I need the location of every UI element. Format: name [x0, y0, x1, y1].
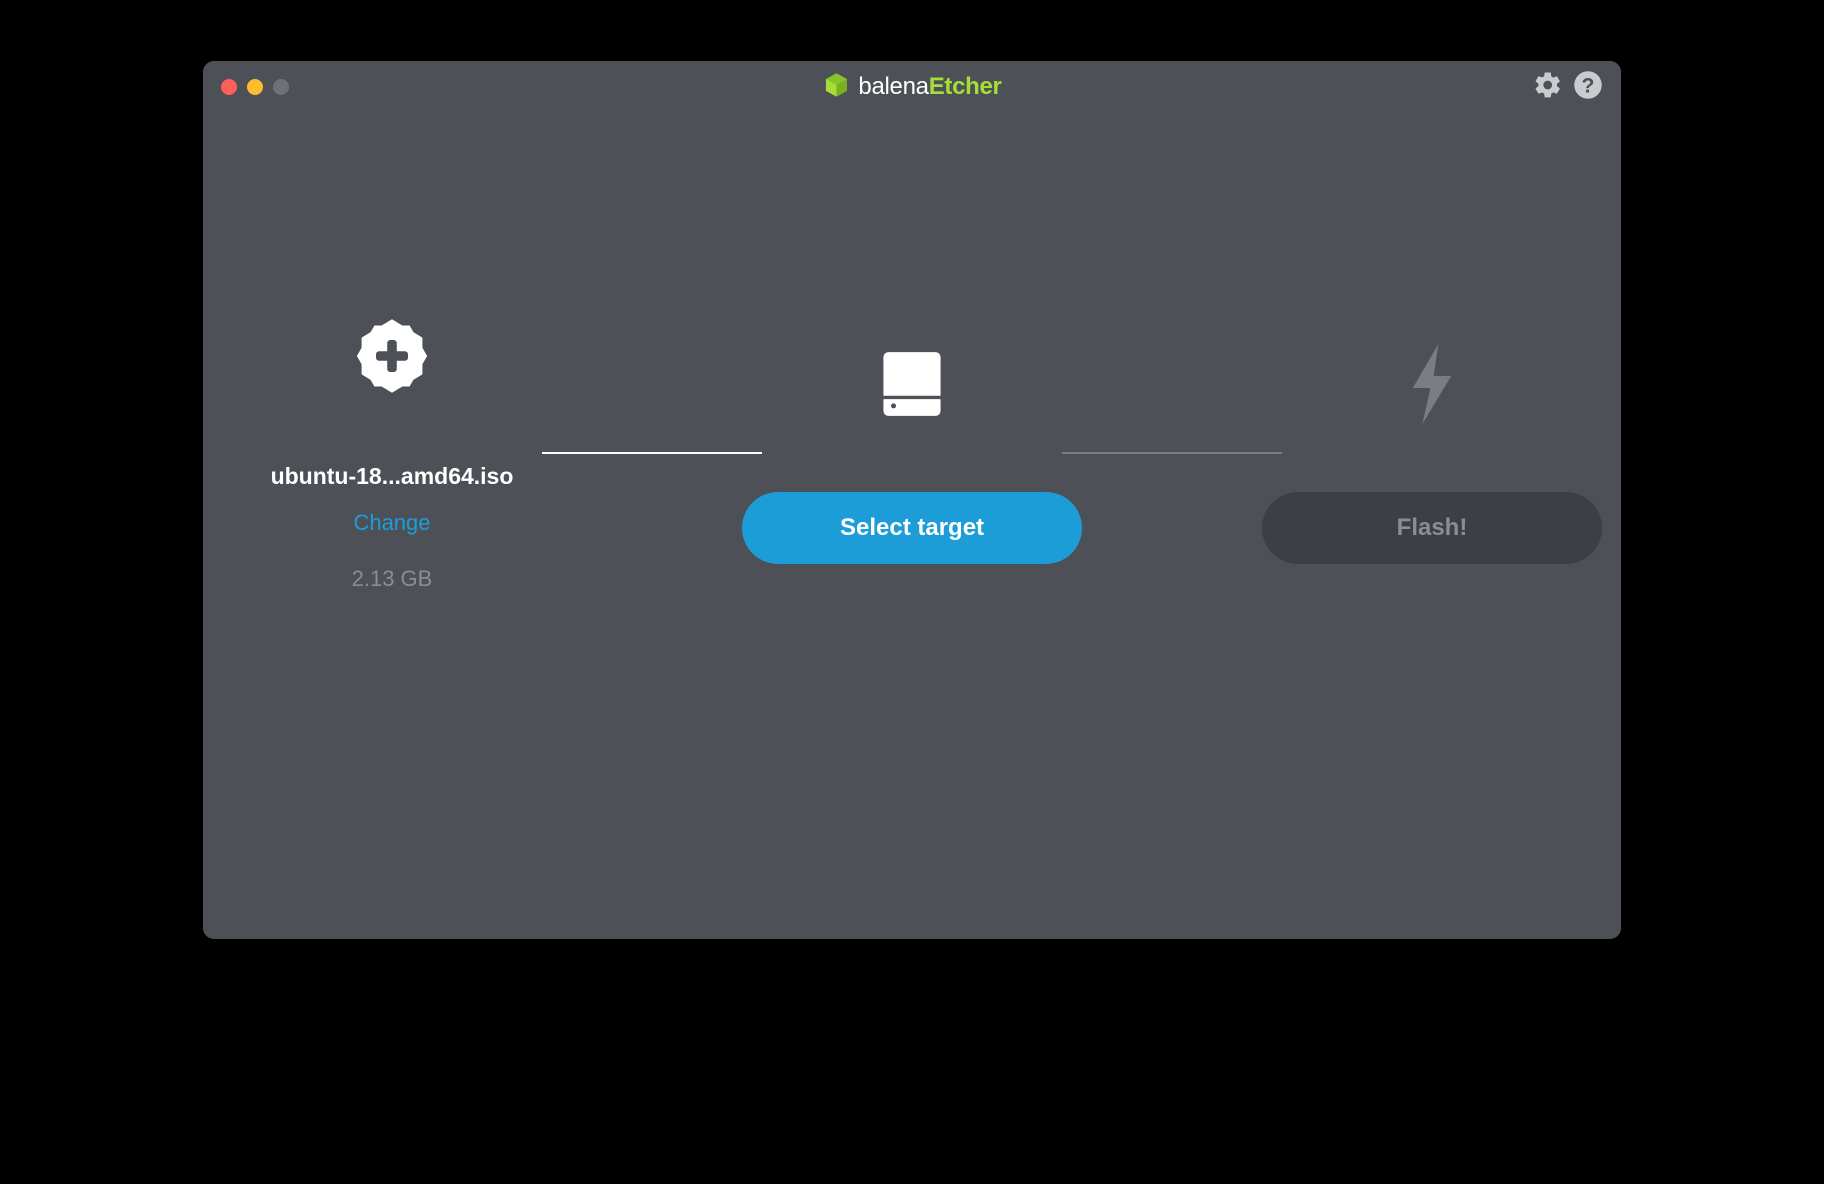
plus-hexagon-icon [352, 316, 432, 401]
app-window: balenaEtcher ? [202, 60, 1622, 940]
close-button[interactable] [221, 79, 237, 95]
traffic-lights [221, 79, 289, 95]
help-icon[interactable]: ? [1573, 70, 1603, 105]
file-size-label: 2.13 GB [352, 566, 433, 592]
flash-button: Flash! [1262, 492, 1602, 564]
header-actions: ? [1533, 70, 1603, 105]
steps-row: ubuntu-18...amd64.iso Change 2.13 GB [203, 313, 1621, 592]
drive-icon [870, 342, 954, 431]
app-title: balenaEtcher [858, 73, 1001, 101]
step-connector-1 [542, 452, 762, 454]
change-image-link[interactable]: Change [353, 510, 430, 536]
select-target-button[interactable]: Select target [742, 492, 1082, 564]
brand-word-1: balena [858, 73, 928, 100]
content-area: ubuntu-18...amd64.iso Change 2.13 GB [203, 113, 1621, 592]
brand-word-2: Etcher [929, 73, 1002, 100]
minimize-button[interactable] [247, 79, 263, 95]
cube-icon [822, 71, 850, 104]
step-image: ubuntu-18...amd64.iso Change 2.13 GB [242, 313, 542, 592]
step-connector-2 [1062, 452, 1282, 454]
gear-icon[interactable] [1533, 70, 1563, 105]
app-logo: balenaEtcher [822, 71, 1001, 104]
step-flash: Flash! [1282, 342, 1582, 564]
step-target: Select target [762, 342, 1062, 564]
svg-text:?: ? [1582, 73, 1595, 97]
flash-icon [1402, 344, 1462, 429]
maximize-button[interactable] [273, 79, 289, 95]
titlebar: balenaEtcher ? [203, 61, 1621, 113]
selected-file-name: ubuntu-18...amd64.iso [271, 463, 514, 490]
